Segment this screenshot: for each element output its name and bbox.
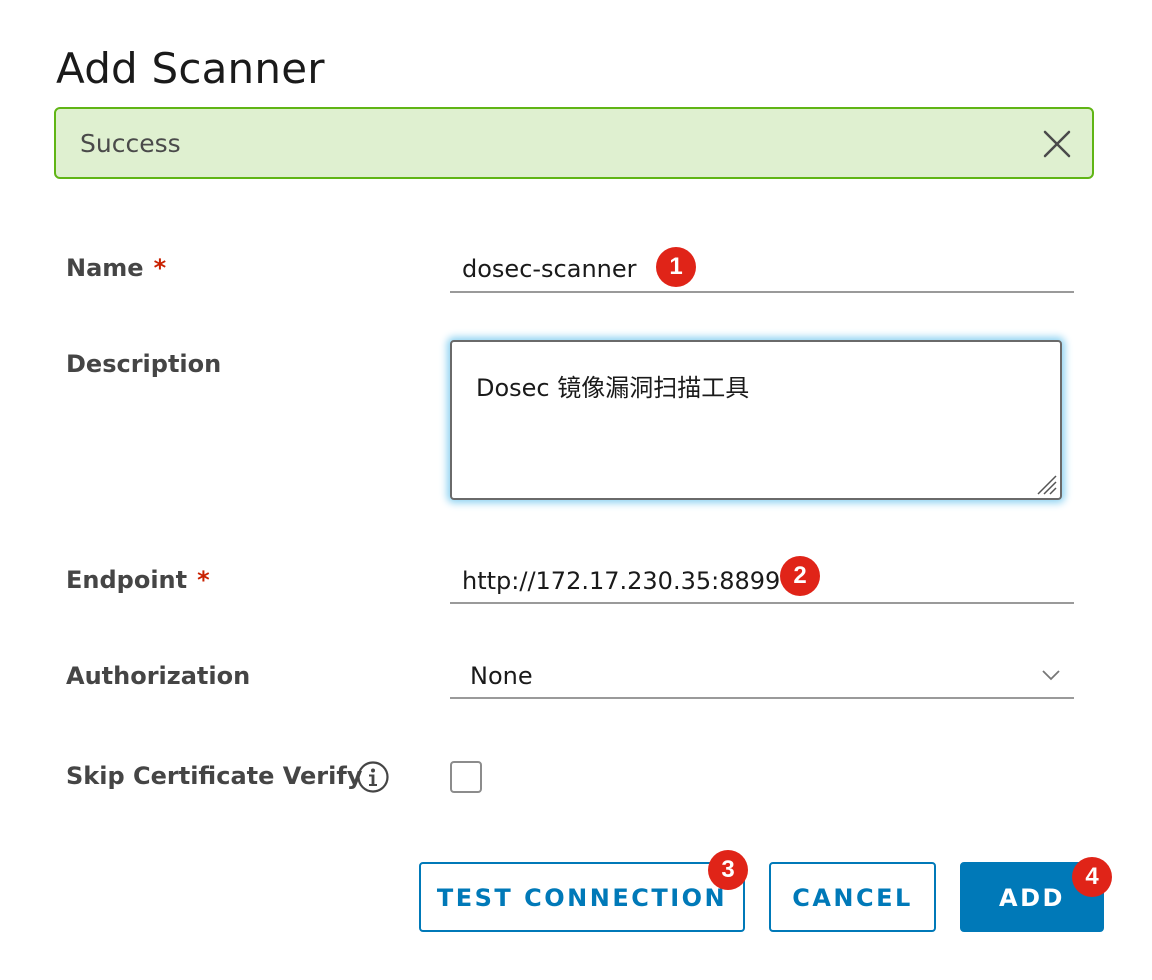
description-label: Description [66,350,222,378]
skip-certificate-checkbox[interactable] [450,761,482,793]
step-badge-1: 1 [656,247,696,287]
test-connection-button[interactable]: TEST CONNECTION [419,862,745,932]
chevron-down-icon[interactable] [1040,664,1062,686]
endpoint-input-underline [450,602,1074,604]
step-badge-2: 2 [780,556,820,596]
name-input[interactable]: dosec-scanner [462,255,637,283]
resize-handle-icon[interactable] [1034,472,1058,496]
step-badge-4: 4 [1072,857,1112,897]
success-alert: Success [54,107,1094,179]
required-mark: * [153,254,167,282]
authorization-label: Authorization [66,662,251,690]
alert-message: Success [80,129,181,158]
step-badge-3: 3 [708,850,748,890]
endpoint-label: Endpoint * [66,566,210,594]
cancel-button[interactable]: CANCEL [769,862,936,932]
endpoint-input[interactable]: http://172.17.230.35:8899 [462,567,780,595]
name-input-underline [450,291,1074,293]
authorization-select[interactable]: None [470,662,533,690]
close-icon[interactable] [1040,127,1074,161]
authorization-select-underline [450,697,1074,699]
endpoint-label-text: Endpoint [66,566,188,594]
info-icon[interactable] [356,760,390,794]
skip-certificate-label: Skip Certificate Verify [66,762,363,790]
add-scanner-dialog: Add Scanner Success Name * dosec-scanner … [0,0,1152,980]
description-textarea[interactable]: Dosec 镜像漏洞扫描工具 [450,340,1062,500]
dialog-title: Add Scanner [56,44,325,93]
name-label: Name * [66,254,166,282]
description-value: Dosec 镜像漏洞扫描工具 [476,374,750,402]
required-mark: * [197,566,210,594]
name-label-text: Name [66,254,144,282]
